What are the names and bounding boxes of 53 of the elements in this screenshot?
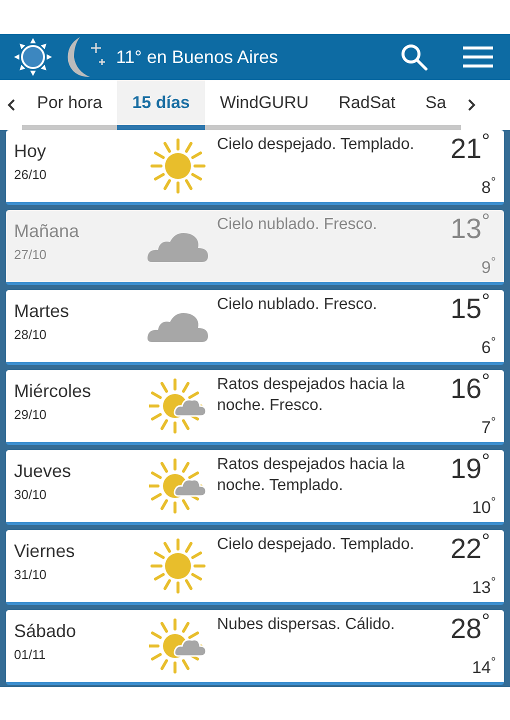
day-date: 01/11 — [14, 646, 47, 664]
day-date: 27/10 — [14, 246, 48, 264]
forecast-summary: Cielo nublado. Fresco. — [217, 295, 378, 315]
forecast-summary: Cielo despejado. Templado. — [217, 535, 416, 555]
forecast-summary: Nubes dispersas. Cálido. — [217, 615, 396, 635]
sun-cloud-icon — [149, 618, 207, 674]
day-name: Mañana — [14, 220, 80, 243]
low-temperature: 8$^{°}$ — [481, 174, 496, 198]
day-card[interactable]: Miércoles 29/10 Ratos despejados hacia la noche. Fresco. 16$^{°}$ 7$^{°}$ — [6, 370, 504, 445]
chevron-right-icon — [468, 99, 476, 111]
day-date: 30/10 — [14, 486, 48, 504]
tab[interactable]: 15 días — [117, 80, 205, 130]
high-temperature: 19$^{°}$ — [450, 452, 490, 486]
high-temperature: 21$^{°}$ — [450, 132, 490, 166]
day-name: Sábado — [14, 620, 78, 643]
day-card[interactable]: Jueves 30/10 Ratos despejados hacia la noche. Templado. 19$^{°}$ 10$^{°}$ — [6, 450, 504, 525]
day-card[interactable]: Viernes 31/10 Cielo despejado. Templado. 22$^{°}$ 13$^{°}$ — [6, 530, 504, 605]
high-temperature: 13$^{°}$ — [450, 212, 490, 246]
low-temperature: 13$^{°}$ — [472, 574, 496, 598]
forecast-summary: Ratos despejados hacia la noche. Templado. — [217, 455, 406, 496]
high-temperature: 22$^{°}$ — [450, 532, 490, 566]
day-date: 29/10 — [14, 406, 48, 424]
sun-icon — [150, 538, 206, 594]
day-name: Viernes — [14, 540, 76, 563]
menu-icon — [463, 46, 493, 68]
low-temperature: 6$^{°}$ — [481, 334, 496, 358]
forecast-summary: Ratos despejados hacia la noche. Fresco. — [217, 375, 406, 416]
day-name: Hoy — [14, 140, 48, 163]
low-temperature: 9$^{°}$ — [481, 254, 496, 278]
high-temperature: 28$^{°}$ — [450, 612, 490, 646]
day-name: Miércoles — [14, 380, 92, 403]
day-date: 31/10 — [14, 566, 48, 584]
day-name: Jueves — [14, 460, 72, 483]
high-temperature: 16$^{°}$ — [450, 372, 490, 406]
low-temperature: 14$^{°}$ — [472, 654, 496, 678]
header-title: 11° en Buenos Aires — [116, 46, 279, 68]
forecast-summary: Cielo nublado. Fresco. — [217, 215, 378, 235]
high-temperature: 15$^{°}$ — [450, 292, 490, 326]
day-card[interactable]: Hoy 26/10 Cielo despejado. Templado. 21$^{°}$ 8$^{°}$ — [6, 130, 504, 205]
sun-icon — [150, 138, 206, 194]
day-card[interactable]: Sábado 01/11 Nubes dispersas. Cálido. 28$^{°}$ 14$^{°}$ — [6, 610, 504, 685]
day-name: Martes — [14, 300, 70, 323]
low-temperature: 10$^{°}$ — [472, 494, 496, 518]
forecast-summary: Cielo despejado. Templado. — [217, 135, 416, 155]
sun-outline-icon — [12, 36, 54, 78]
day-date: 26/10 — [14, 166, 48, 184]
sun-cloud-icon — [149, 458, 207, 514]
day-date: 28/10 — [14, 326, 48, 344]
day-card[interactable]: Martes 28/10 Cielo nublado. Fresco. 15$^{°}$ 6$^{°}$ — [6, 290, 504, 365]
sun-cloud-icon — [149, 378, 207, 434]
low-temperature: 7$^{°}$ — [481, 414, 496, 438]
chevron-left-icon — [7, 99, 15, 111]
search-icon — [400, 43, 428, 71]
